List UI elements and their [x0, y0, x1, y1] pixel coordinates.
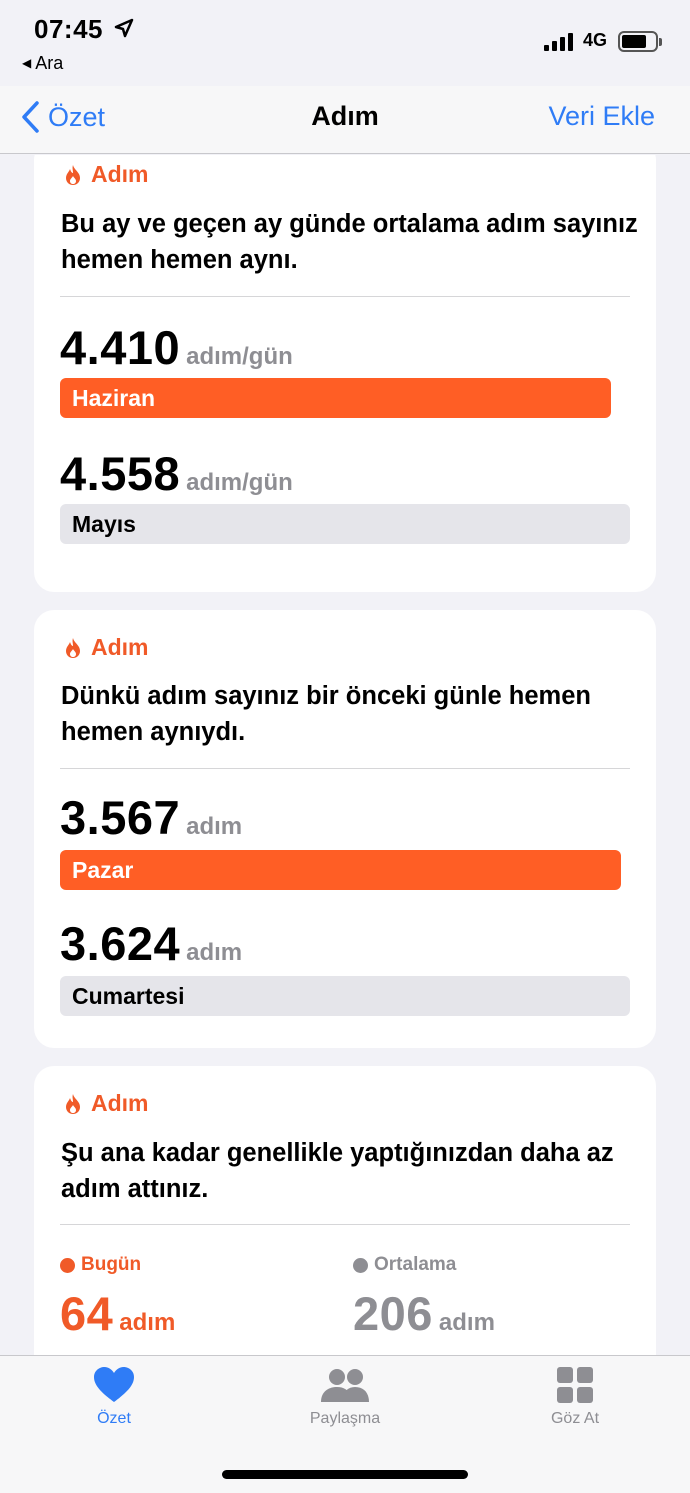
tab-browse[interactable]: Göz At [495, 1366, 655, 1428]
average-legend-label: Ortalama [374, 1254, 457, 1275]
today-legend: Bugün [60, 1254, 141, 1276]
battery-icon [618, 31, 662, 52]
flame-icon [66, 637, 80, 658]
previous-bar: Mayıs [60, 504, 630, 544]
card-category-label: Adım [91, 634, 149, 660]
today-unit: adım [119, 1309, 176, 1336]
current-bar: Haziran [60, 378, 611, 418]
status-bar: 07:45 ◀ Ara 4G [0, 0, 690, 86]
previous-unit: adım [186, 939, 243, 966]
card-category-label: Adım [91, 161, 149, 187]
card-insight-text: Bu ay ve geçen ay günde ortalama adım sa… [61, 210, 638, 274]
card-category-label: Adım [91, 1090, 149, 1116]
content-scroll[interactable]: Adım Bu ay ve geçen ay günde ortalama ad… [0, 155, 690, 1355]
divider [60, 1224, 630, 1225]
navigation-bar: Özet Adım Veri Ekle [0, 86, 690, 154]
card-category: Adım [64, 161, 149, 188]
current-number: 4.410 [60, 321, 181, 374]
status-time: 07:45 [34, 14, 103, 44]
previous-bar: Cumartesi [60, 976, 630, 1016]
card-category: Adım [64, 1090, 149, 1117]
average-legend: Ortalama [353, 1254, 456, 1276]
current-unit: adım [186, 813, 243, 840]
average-unit: adım [438, 1309, 495, 1336]
previous-value: 4.558 adım/gün [60, 446, 293, 501]
card-category: Adım [64, 634, 149, 661]
tab-summary-label: Özet [97, 1410, 131, 1427]
previous-number: 4.558 [60, 447, 181, 500]
people-icon [321, 1369, 369, 1402]
average-dot [353, 1257, 368, 1273]
current-value: 4.410 adım/gün [60, 320, 293, 375]
network-type: 4G [583, 30, 608, 50]
back-app-label: Ara [35, 53, 64, 73]
highlight-card-today[interactable]: Adım Şu ana kadar genellikle yaptığınızd… [34, 1066, 656, 1355]
today-dot [60, 1257, 75, 1273]
card-insight-text: Dünkü adım sayınız bir önceki günle heme… [61, 682, 591, 746]
home-indicator[interactable] [222, 1470, 468, 1479]
card-insight-text: Şu ana kadar genellikle yaptığınızdan da… [61, 1139, 614, 1203]
flame-icon [66, 1093, 80, 1114]
today-legend-label: Bugün [81, 1254, 142, 1275]
divider [60, 768, 630, 769]
tab-browse-label: Göz At [550, 1410, 600, 1427]
today-number: 64 [60, 1287, 114, 1340]
tab-sharing-label: Paylaşma [309, 1410, 381, 1427]
current-value: 3.567 adım [60, 790, 242, 845]
back-to-app[interactable]: ◀ Ara [22, 53, 63, 74]
average-number: 206 [353, 1287, 433, 1340]
previous-number: 3.624 [60, 917, 181, 970]
back-triangle-icon: ◀ [22, 56, 32, 70]
current-unit: adım/gün [186, 343, 293, 370]
add-data-button[interactable]: Veri Ekle [548, 101, 655, 132]
location-arrow-icon [114, 18, 134, 38]
current-bar: Pazar [60, 850, 621, 890]
highlight-card-day[interactable]: Adım Dünkü adım sayınız bir önceki günle… [34, 610, 656, 1048]
heart-icon [94, 1367, 134, 1402]
today-value: 64 adım [60, 1286, 175, 1341]
average-value: 206 adım [353, 1286, 495, 1341]
signal-icon [544, 33, 576, 51]
grid-icon [557, 1367, 593, 1403]
tab-summary[interactable]: Özet [34, 1366, 194, 1428]
previous-unit: adım/gün [186, 469, 293, 496]
highlight-card-month[interactable]: Adım Bu ay ve geçen ay günde ortalama ad… [34, 155, 656, 592]
current-number: 3.567 [60, 791, 181, 844]
previous-value: 3.624 adım [60, 916, 242, 971]
flame-icon [66, 164, 80, 185]
divider [60, 296, 630, 297]
tab-sharing[interactable]: Paylaşma [265, 1366, 425, 1428]
